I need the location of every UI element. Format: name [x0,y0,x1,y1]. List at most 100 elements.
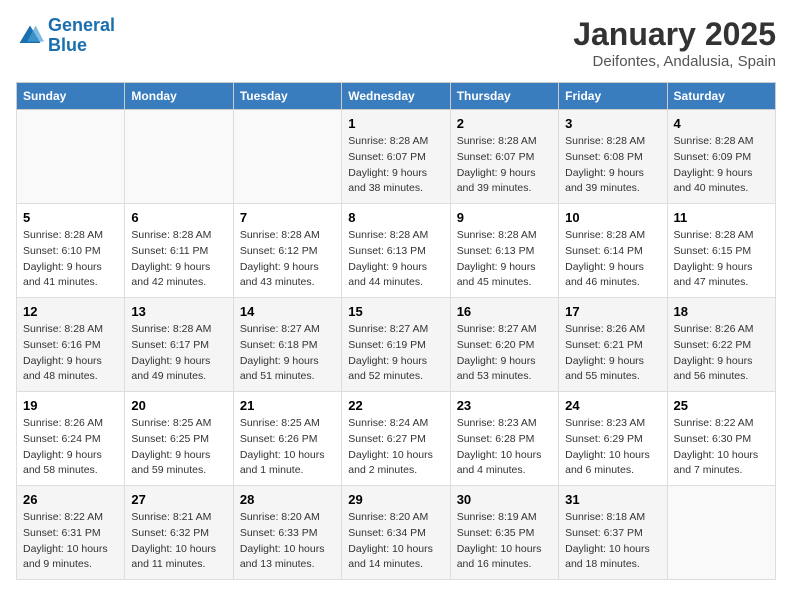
day-number: 8 [348,210,443,225]
calendar-cell: 17 Sunrise: 8:26 AM Sunset: 6:21 PM Dayli… [559,298,667,392]
calendar-header: SundayMondayTuesdayWednesdayThursdayFrid… [17,83,776,110]
day-info: Sunrise: 8:23 AM Sunset: 6:28 PM Dayligh… [457,416,552,479]
calendar-cell: 6 Sunrise: 8:28 AM Sunset: 6:11 PM Daylig… [125,204,233,298]
header-row: SundayMondayTuesdayWednesdayThursdayFrid… [17,83,776,110]
day-info: Sunrise: 8:26 AM Sunset: 6:22 PM Dayligh… [674,322,769,385]
calendar-cell: 24 Sunrise: 8:23 AM Sunset: 6:29 PM Dayli… [559,392,667,486]
calendar-cell: 12 Sunrise: 8:28 AM Sunset: 6:16 PM Dayli… [17,298,125,392]
day-number: 6 [131,210,226,225]
day-number: 12 [23,304,118,319]
calendar-cell: 29Sunrise: 8:20 AM Sunset: 6:34 PM Dayli… [342,486,450,580]
day-number: 31 [565,492,660,507]
day-number: 26 [23,492,118,507]
day-info: Sunrise: 8:20 AM Sunset: 6:33 PM Dayligh… [240,510,335,573]
calendar-cell: 25Sunrise: 8:22 AM Sunset: 6:30 PM Dayli… [667,392,775,486]
day-info: Sunrise: 8:26 AM Sunset: 6:21 PM Dayligh… [565,322,660,385]
calendar-cell [125,110,233,204]
day-number: 18 [674,304,769,319]
header-cell-thursday: Thursday [450,83,558,110]
day-number: 13 [131,304,226,319]
calendar-cell: 30Sunrise: 8:19 AM Sunset: 6:35 PM Dayli… [450,486,558,580]
calendar-cell: 21 Sunrise: 8:25 AM Sunset: 6:26 PM Dayli… [233,392,341,486]
calendar-week-2: 5 Sunrise: 8:28 AM Sunset: 6:10 PM Daylig… [17,204,776,298]
calendar-cell: 22Sunrise: 8:24 AM Sunset: 6:27 PM Dayli… [342,392,450,486]
day-number: 2 [457,116,552,131]
day-info: Sunrise: 8:28 AM Sunset: 6:15 PM Dayligh… [674,228,769,291]
day-number: 21 [240,398,335,413]
calendar-week-1: 1 Sunrise: 8:28 AM Sunset: 6:07 PM Daylig… [17,110,776,204]
day-number: 4 [674,116,769,131]
calendar-cell: 1 Sunrise: 8:28 AM Sunset: 6:07 PM Daylig… [342,110,450,204]
day-number: 19 [23,398,118,413]
calendar-cell: 8 Sunrise: 8:28 AM Sunset: 6:13 PM Daylig… [342,204,450,298]
logo-line2: Blue [48,35,87,55]
calendar-cell: 26 Sunrise: 8:22 AM Sunset: 6:31 PM Dayli… [17,486,125,580]
calendar-cell: 20 Sunrise: 8:25 AM Sunset: 6:25 PM Dayli… [125,392,233,486]
calendar-cell: 16 Sunrise: 8:27 AM Sunset: 6:20 PM Dayli… [450,298,558,392]
calendar-cell: 15 Sunrise: 8:27 AM Sunset: 6:19 PM Dayli… [342,298,450,392]
title-block: January 2025 Deifontes, Andalusia, Spain [573,16,776,70]
calendar-body: 1 Sunrise: 8:28 AM Sunset: 6:07 PM Daylig… [17,110,776,580]
calendar-cell: 14 Sunrise: 8:27 AM Sunset: 6:18 PM Dayli… [233,298,341,392]
logo-text: General Blue [48,16,115,56]
day-number: 20 [131,398,226,413]
header-cell-sunday: Sunday [17,83,125,110]
day-number: 24 [565,398,660,413]
header-cell-saturday: Saturday [667,83,775,110]
day-info: Sunrise: 8:28 AM Sunset: 6:08 PM Dayligh… [565,134,660,197]
page-header: General Blue January 2025 Deifontes, And… [16,16,776,70]
calendar-cell: 5 Sunrise: 8:28 AM Sunset: 6:10 PM Daylig… [17,204,125,298]
calendar-cell: 3 Sunrise: 8:28 AM Sunset: 6:08 PM Daylig… [559,110,667,204]
day-info: Sunrise: 8:28 AM Sunset: 6:13 PM Dayligh… [348,228,443,291]
day-number: 28 [240,492,335,507]
calendar-cell: 23 Sunrise: 8:23 AM Sunset: 6:28 PM Dayli… [450,392,558,486]
day-info: Sunrise: 8:22 AM Sunset: 6:31 PM Dayligh… [23,510,118,573]
day-info: Sunrise: 8:28 AM Sunset: 6:14 PM Dayligh… [565,228,660,291]
calendar-cell: 2Sunrise: 8:28 AM Sunset: 6:07 PM Daylig… [450,110,558,204]
day-number: 14 [240,304,335,319]
day-number: 22 [348,398,443,413]
day-number: 30 [457,492,552,507]
calendar-cell: 19Sunrise: 8:26 AM Sunset: 6:24 PM Dayli… [17,392,125,486]
logo: General Blue [16,16,115,56]
day-info: Sunrise: 8:25 AM Sunset: 6:25 PM Dayligh… [131,416,226,479]
day-info: Sunrise: 8:25 AM Sunset: 6:26 PM Dayligh… [240,416,335,479]
day-info: Sunrise: 8:28 AM Sunset: 6:09 PM Dayligh… [674,134,769,197]
calendar-cell: 7Sunrise: 8:28 AM Sunset: 6:12 PM Daylig… [233,204,341,298]
calendar-cell: 31 Sunrise: 8:18 AM Sunset: 6:37 PM Dayli… [559,486,667,580]
calendar-table: SundayMondayTuesdayWednesdayThursdayFrid… [16,82,776,580]
calendar-week-5: 26 Sunrise: 8:22 AM Sunset: 6:31 PM Dayli… [17,486,776,580]
day-info: Sunrise: 8:28 AM Sunset: 6:10 PM Dayligh… [23,228,118,291]
day-info: Sunrise: 8:27 AM Sunset: 6:18 PM Dayligh… [240,322,335,385]
subtitle: Deifontes, Andalusia, Spain [573,53,776,70]
day-info: Sunrise: 8:22 AM Sunset: 6:30 PM Dayligh… [674,416,769,479]
calendar-cell [17,110,125,204]
day-info: Sunrise: 8:28 AM Sunset: 6:13 PM Dayligh… [457,228,552,291]
day-info: Sunrise: 8:28 AM Sunset: 6:07 PM Dayligh… [348,134,443,197]
day-number: 15 [348,304,443,319]
day-info: Sunrise: 8:28 AM Sunset: 6:12 PM Dayligh… [240,228,335,291]
calendar-cell: 18 Sunrise: 8:26 AM Sunset: 6:22 PM Dayli… [667,298,775,392]
day-info: Sunrise: 8:21 AM Sunset: 6:32 PM Dayligh… [131,510,226,573]
calendar-cell: 9Sunrise: 8:28 AM Sunset: 6:13 PM Daylig… [450,204,558,298]
header-cell-wednesday: Wednesday [342,83,450,110]
day-number: 3 [565,116,660,131]
calendar-week-4: 19Sunrise: 8:26 AM Sunset: 6:24 PM Dayli… [17,392,776,486]
day-info: Sunrise: 8:28 AM Sunset: 6:16 PM Dayligh… [23,322,118,385]
logo-line1: General [48,15,115,35]
day-number: 23 [457,398,552,413]
day-number: 11 [674,210,769,225]
day-info: Sunrise: 8:23 AM Sunset: 6:29 PM Dayligh… [565,416,660,479]
day-info: Sunrise: 8:27 AM Sunset: 6:19 PM Dayligh… [348,322,443,385]
day-info: Sunrise: 8:27 AM Sunset: 6:20 PM Dayligh… [457,322,552,385]
calendar-cell [233,110,341,204]
day-number: 16 [457,304,552,319]
day-number: 10 [565,210,660,225]
calendar-cell: 28 Sunrise: 8:20 AM Sunset: 6:33 PM Dayli… [233,486,341,580]
calendar-cell [667,486,775,580]
day-number: 17 [565,304,660,319]
day-info: Sunrise: 8:28 AM Sunset: 6:11 PM Dayligh… [131,228,226,291]
day-info: Sunrise: 8:18 AM Sunset: 6:37 PM Dayligh… [565,510,660,573]
day-number: 1 [348,116,443,131]
day-number: 5 [23,210,118,225]
